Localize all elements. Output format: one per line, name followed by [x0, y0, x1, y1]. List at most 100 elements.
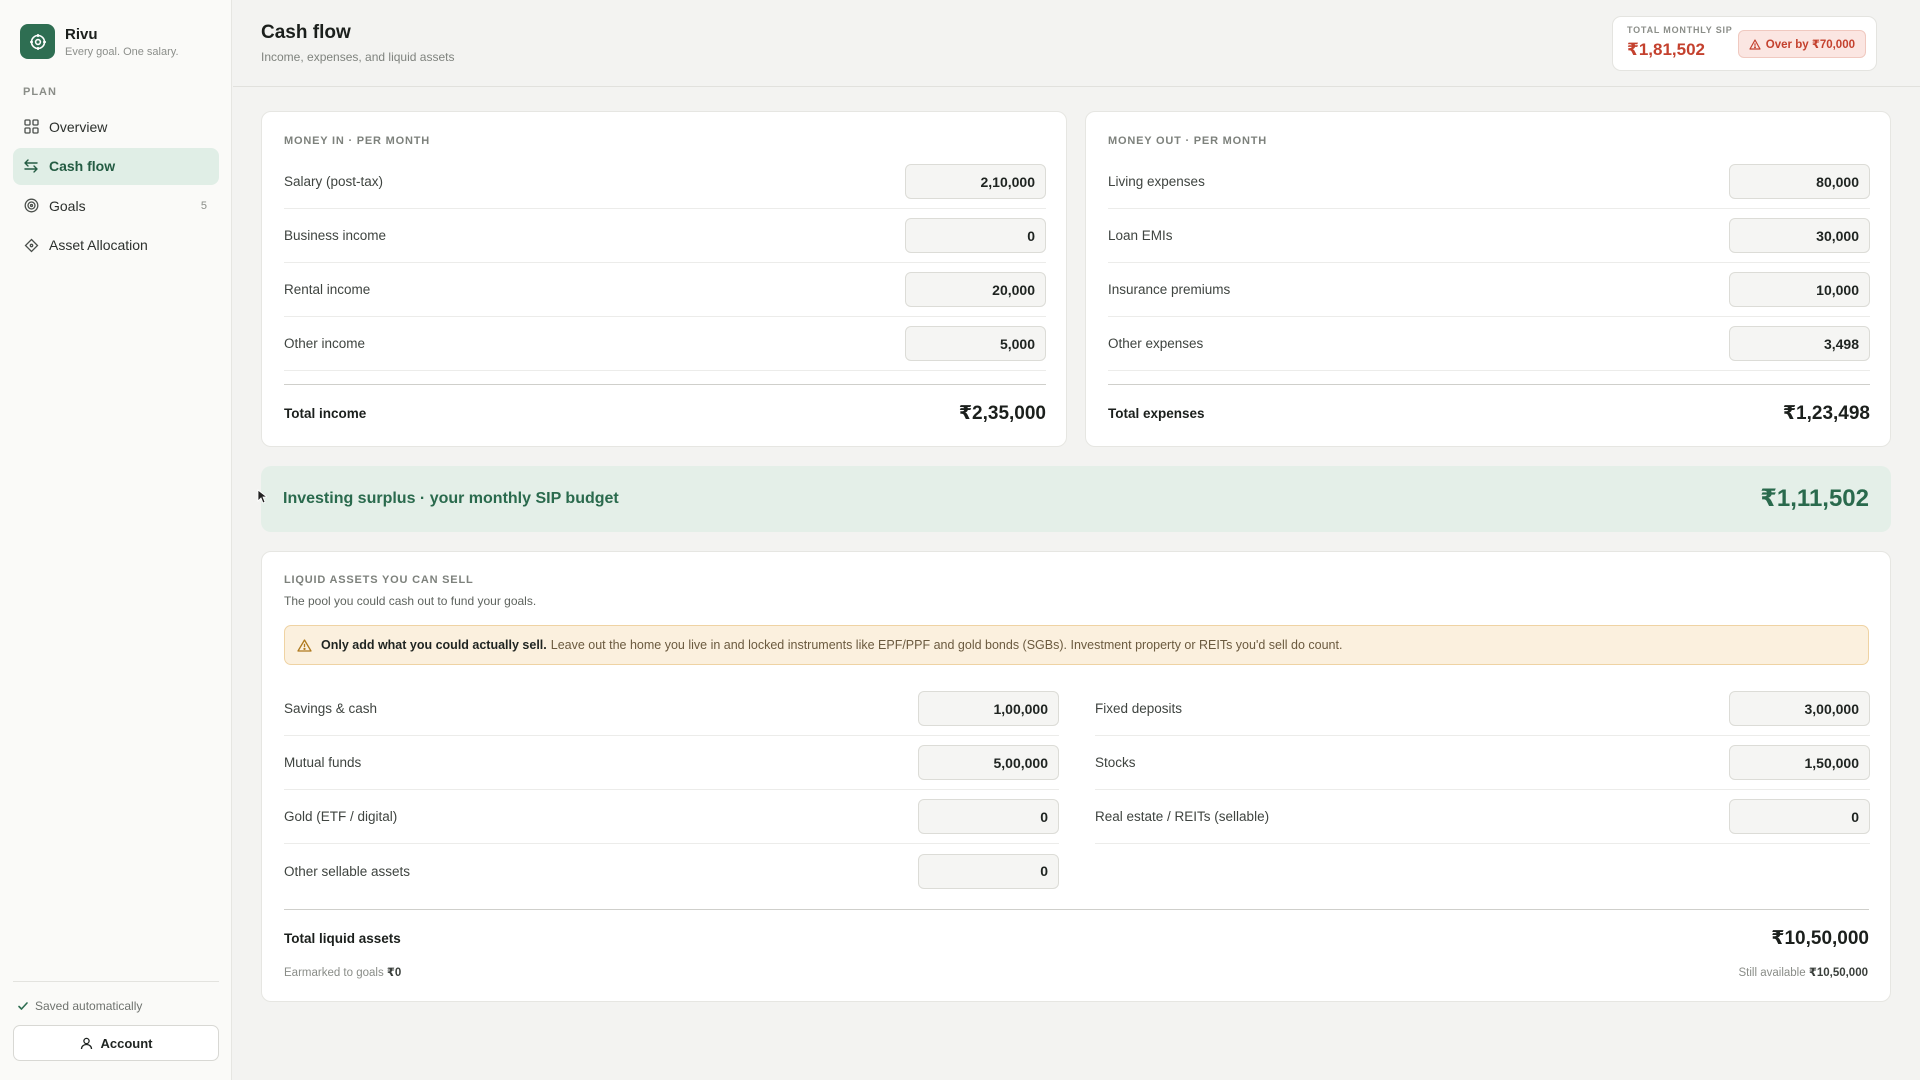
account-button-label: Account — [100, 1035, 153, 1051]
other-expenses-input[interactable] — [1729, 326, 1870, 361]
total-income-row: Total income ₹2,35,000 — [284, 398, 1046, 428]
total-sip-label: TOTAL MONTHLY SIP — [1627, 25, 1733, 35]
sidebar-item-overview[interactable]: Overview — [13, 108, 219, 145]
savings-cash-input[interactable] — [918, 691, 1059, 726]
earmarked-note: Earmarked to goals ₹0 — [284, 965, 401, 979]
page-title: Cash flow — [261, 22, 351, 43]
income-row-salary: Salary (post-tax) — [284, 155, 1046, 209]
available-label: Still available — [1738, 967, 1806, 979]
asset-row-gold: Gold (ETF / digital) — [284, 790, 1059, 844]
living-expenses-input[interactable] — [1729, 164, 1870, 199]
total-divider — [284, 384, 1046, 385]
sidebar-item-label: Overview — [49, 118, 108, 135]
money-in-card: MONEY IN · PER MONTH Salary (post-tax) B… — [261, 111, 1067, 447]
total-income-value: ₹2,35,000 — [958, 402, 1046, 424]
sidebar-item-label: Goals — [49, 197, 86, 214]
warning-icon — [297, 638, 312, 652]
brand-name: Rivu — [65, 25, 98, 43]
asset-row-label: Gold (ETF / digital) — [284, 809, 398, 824]
total-liquid-assets-label: Total liquid assets — [284, 930, 401, 946]
sidebar-item-label: Cash flow — [49, 158, 116, 174]
income-row-label: Rental income — [284, 282, 371, 297]
liquid-assets-label: LIQUID ASSETS YOU CAN SELL — [284, 574, 474, 586]
investing-surplus-banner: Investing surplus · your monthly SIP bud… — [261, 466, 1891, 532]
rental-income-input[interactable] — [905, 272, 1046, 307]
saved-status-text: Saved automatically — [35, 999, 143, 1013]
expense-row-label: Living expenses — [1108, 174, 1205, 189]
mutual-funds-input[interactable] — [918, 745, 1059, 780]
other-sellable-assets-input[interactable] — [918, 853, 1059, 889]
diamond-icon — [23, 237, 39, 253]
other-income-input[interactable] — [905, 326, 1046, 361]
liquid-assets-card: LIQUID ASSETS YOU CAN SELL The pool you … — [261, 551, 1891, 1002]
asset-row-real-estate: Real estate / REITs (sellable) — [1095, 790, 1870, 844]
over-budget-badge: Over by ₹70,000 — [1737, 30, 1866, 58]
brand[interactable]: Rivu Every goal. One salary. — [20, 24, 179, 59]
surplus-label: Investing surplus · your monthly SIP bud… — [283, 490, 619, 507]
income-row-rental: Rental income — [284, 263, 1046, 317]
nav-section-label: PLAN — [23, 86, 57, 98]
expense-row-insurance: Insurance premiums — [1108, 263, 1870, 317]
target-icon — [23, 198, 39, 214]
sellable-warning: Only add what you could actually sell. L… — [284, 625, 1869, 665]
total-expenses-value: ₹1,23,498 — [1782, 402, 1870, 424]
page-subtitle: Income, expenses, and liquid assets — [261, 50, 455, 64]
total-liquid-assets-value: ₹10,50,000 — [1771, 927, 1869, 949]
asset-row-label: Real estate / REITs (sellable) — [1095, 809, 1270, 824]
loan-emis-input[interactable] — [1729, 218, 1870, 253]
sidebar-item-label: Asset Allocation — [49, 237, 148, 253]
total-sip-value: ₹1,81,502 — [1627, 40, 1706, 59]
brand-tagline: Every goal. One salary. — [65, 45, 179, 58]
asset-row-savings: Savings & cash — [284, 682, 1059, 736]
asset-row-label: Other sellable assets — [284, 863, 411, 879]
total-liquid-assets-row: Total liquid assets ₹10,50,000 — [284, 923, 1869, 953]
liquid-assets-subtitle: The pool you could cash out to fund your… — [284, 594, 537, 608]
business-income-input[interactable] — [905, 218, 1046, 253]
expense-row-loan: Loan EMIs — [1108, 209, 1870, 263]
money-in-label: MONEY IN · PER MONTH — [284, 135, 430, 147]
income-row-label: Salary (post-tax) — [284, 174, 384, 189]
real-estate-input[interactable] — [1729, 799, 1870, 834]
sidebar-nav: Overview Cash flow Goals 5 Asset Allocat… — [13, 108, 219, 266]
grid-icon — [23, 119, 39, 135]
surplus-value: ₹1,11,502 — [1760, 485, 1869, 512]
user-icon — [80, 1037, 92, 1049]
sidebar-footer: Saved automatically Account — [13, 981, 219, 1061]
asset-row-label: Mutual funds — [284, 755, 362, 770]
total-sip-card: TOTAL MONTHLY SIP ₹1,81,502 Over by ₹70,… — [1612, 16, 1877, 71]
earmarked-label: Earmarked to goals — [284, 967, 384, 979]
sidebar-item-cash-flow[interactable]: Cash flow — [13, 147, 219, 185]
arrows-swap-icon — [23, 158, 39, 174]
insurance-premiums-input[interactable] — [1729, 272, 1870, 307]
asset-row-stocks: Stocks — [1095, 736, 1870, 790]
stocks-input[interactable] — [1729, 745, 1870, 780]
income-row-business: Business income — [284, 209, 1046, 263]
money-out-card: MONEY OUT · PER MONTH Living expenses Lo… — [1085, 111, 1891, 447]
sidebar-item-asset-allocation[interactable]: Asset Allocation — [13, 227, 219, 264]
sidebar-item-goals[interactable]: Goals 5 — [13, 187, 219, 224]
income-row-other: Other income — [284, 317, 1046, 371]
money-out-label: MONEY OUT · PER MONTH — [1108, 135, 1267, 147]
asset-row-label: Fixed deposits — [1095, 701, 1183, 716]
salary-input[interactable] — [905, 164, 1046, 199]
available-value: ₹10,50,000 — [1808, 967, 1868, 979]
asset-row-label: Savings & cash — [284, 701, 378, 716]
earmarked-value: ₹0 — [386, 967, 402, 979]
account-button[interactable]: Account — [13, 1025, 219, 1061]
fixed-deposits-input[interactable] — [1729, 691, 1870, 726]
total-expenses-label: Total expenses — [1108, 405, 1205, 421]
total-expenses-row: Total expenses ₹1,23,498 — [1108, 398, 1870, 428]
expense-row-label: Loan EMIs — [1108, 228, 1173, 243]
income-row-label: Business income — [284, 228, 387, 243]
asset-row-other: Other sellable assets — [284, 844, 1059, 898]
brand-logo-icon — [20, 24, 55, 59]
income-row-label: Other income — [284, 336, 366, 351]
goals-count-badge: 5 — [200, 199, 207, 212]
page-header: Cash flow Income, expenses, and liquid a… — [233, 0, 1920, 87]
gold-input[interactable] — [918, 799, 1059, 834]
expense-row-living: Living expenses — [1108, 155, 1870, 209]
available-note: Still available ₹10,50,000 — [1739, 965, 1869, 979]
saved-status: Saved automatically — [13, 999, 219, 1013]
asset-row-mutual-funds: Mutual funds — [284, 736, 1059, 790]
check-icon — [18, 1002, 28, 1010]
